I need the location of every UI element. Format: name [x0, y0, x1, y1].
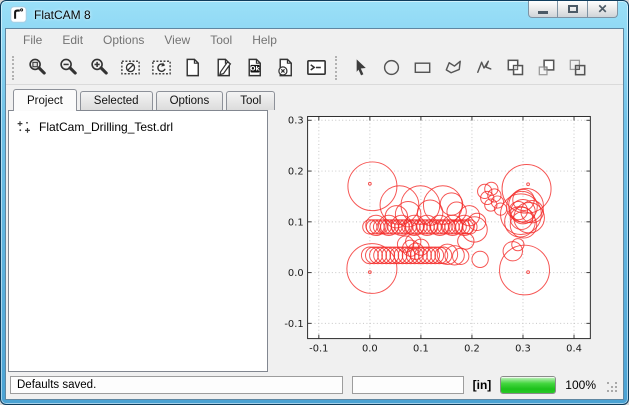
- tab-selected[interactable]: Selected: [80, 91, 153, 110]
- accept-ok-button[interactable]: Ok: [239, 53, 270, 82]
- toolbar-grip[interactable]: [12, 56, 17, 80]
- svg-text:0.3: 0.3: [288, 116, 304, 127]
- minimize-button[interactable]: [528, 1, 558, 18]
- shape-intersect-icon: [566, 56, 589, 79]
- close-button[interactable]: ✕: [588, 1, 618, 18]
- draw-polyline-button[interactable]: [469, 53, 500, 82]
- draw-polygon-button[interactable]: [438, 53, 469, 82]
- main-area: ProjectSelectedOptionsTool FlatCam_Drill…: [6, 85, 623, 372]
- status-bar: Defaults saved. [in] 100%: [6, 372, 623, 399]
- draw-polyline-icon: [473, 56, 496, 79]
- toolbar-draw-group: [345, 53, 593, 82]
- cancel-button[interactable]: [270, 53, 301, 82]
- project-tree-panel[interactable]: FlatCam_Drilling_Test.drl: [8, 110, 268, 372]
- svg-text:-0.1: -0.1: [309, 343, 328, 354]
- tab-tool[interactable]: Tool: [226, 91, 275, 110]
- svg-text:0.2: 0.2: [464, 343, 480, 354]
- replot-button[interactable]: [146, 53, 177, 82]
- svg-text:0.1: 0.1: [288, 217, 304, 228]
- svg-text:-0.1: -0.1: [284, 319, 303, 330]
- pointer-select-icon: [349, 56, 372, 79]
- draw-circle-button[interactable]: [376, 53, 407, 82]
- toolbar: Ok: [6, 51, 623, 85]
- open-project-button[interactable]: [208, 53, 239, 82]
- shape-intersect-button[interactable]: [562, 53, 593, 82]
- toolbar-grip-2[interactable]: [335, 56, 340, 80]
- menu-bar: FileEditOptionsViewToolHelp: [6, 29, 623, 51]
- progress-percent-label: 100%: [565, 378, 596, 392]
- zoom-out-icon: [57, 56, 80, 79]
- drill-file-icon: [16, 119, 32, 135]
- new-project-icon: [181, 56, 204, 79]
- svg-text:0.0: 0.0: [362, 343, 378, 354]
- draw-polygon-icon: [442, 56, 465, 79]
- shell-icon: [305, 56, 328, 79]
- menu-item-options[interactable]: Options: [93, 30, 154, 50]
- shape-subtract-button[interactable]: [531, 53, 562, 82]
- title-bar[interactable]: FlatCAM 8 ✕: [1, 1, 628, 28]
- tab-project[interactable]: Project: [13, 89, 77, 111]
- close-icon: ✕: [597, 3, 607, 15]
- tab-bar: ProjectSelectedOptionsTool: [8, 87, 268, 110]
- units-label: [in]: [473, 378, 492, 392]
- menu-item-view[interactable]: View: [154, 30, 200, 50]
- window-controls: ✕: [528, 1, 618, 18]
- replot-icon: [150, 56, 173, 79]
- app-icon: [10, 6, 27, 23]
- svg-text:0.2: 0.2: [288, 167, 304, 178]
- progress-bar: [500, 376, 556, 394]
- app-window: FlatCAM 8 ✕ FileEditOptionsViewToolHelp …: [0, 0, 629, 405]
- new-project-button[interactable]: [177, 53, 208, 82]
- plot-panel: -0.1 0.0 0.1 0.2 0.3 0.4 -0.1 0.0 0.1 0.2 0.3: [272, 87, 621, 372]
- shell-button[interactable]: [301, 53, 332, 82]
- plot-canvas[interactable]: -0.1 0.0 0.1 0.2 0.3 0.4 -0.1 0.0 0.1 0.2 0.3: [272, 87, 621, 372]
- resize-grip[interactable]: [607, 382, 619, 394]
- tab-options[interactable]: Options: [156, 91, 224, 110]
- menu-item-file[interactable]: File: [13, 30, 52, 50]
- shape-union-icon: [504, 56, 527, 79]
- minimize-icon: [538, 11, 548, 14]
- tree-item-label: FlatCam_Drilling_Test.drl: [39, 120, 173, 134]
- maximize-button[interactable]: [558, 1, 588, 18]
- draw-rectangle-icon: [411, 56, 434, 79]
- zoom-out-button[interactable]: [53, 53, 84, 82]
- draw-circle-icon: [380, 56, 403, 79]
- clear-plot-icon: [119, 56, 142, 79]
- zoom-in-icon: [88, 56, 111, 79]
- svg-text:0.4: 0.4: [566, 343, 582, 354]
- clear-plot-button[interactable]: [115, 53, 146, 82]
- accept-ok-icon: Ok: [243, 56, 266, 79]
- status-message: Defaults saved.: [10, 376, 343, 394]
- zoom-in-button[interactable]: [84, 53, 115, 82]
- draw-rectangle-button[interactable]: [407, 53, 438, 82]
- tree-item[interactable]: FlatCam_Drilling_Test.drl: [9, 111, 267, 139]
- toolbar-zoom-file-group: Ok: [22, 53, 332, 82]
- shape-subtract-icon: [535, 56, 558, 79]
- maximize-icon: [568, 5, 578, 13]
- status-aux-box: [352, 376, 464, 394]
- shape-union-button[interactable]: [500, 53, 531, 82]
- cancel-icon: [274, 56, 297, 79]
- progress-fill: [501, 377, 555, 393]
- zoom-fit-icon: [26, 56, 49, 79]
- window-title: FlatCAM 8: [34, 8, 91, 22]
- zoom-fit-button[interactable]: [22, 53, 53, 82]
- svg-text:0.0: 0.0: [288, 268, 304, 279]
- client-area: FileEditOptionsViewToolHelp Ok ProjectSe…: [5, 28, 624, 400]
- menu-item-edit[interactable]: Edit: [52, 30, 93, 50]
- menu-item-help[interactable]: Help: [242, 30, 287, 50]
- menu-item-tool[interactable]: Tool: [200, 30, 242, 50]
- svg-text:0.1: 0.1: [413, 343, 429, 354]
- svg-text:0.3: 0.3: [515, 343, 531, 354]
- left-column: ProjectSelectedOptionsTool FlatCam_Drill…: [8, 87, 268, 372]
- svg-text:Ok: Ok: [250, 66, 260, 73]
- open-project-icon: [212, 56, 235, 79]
- pointer-select-button[interactable]: [345, 53, 376, 82]
